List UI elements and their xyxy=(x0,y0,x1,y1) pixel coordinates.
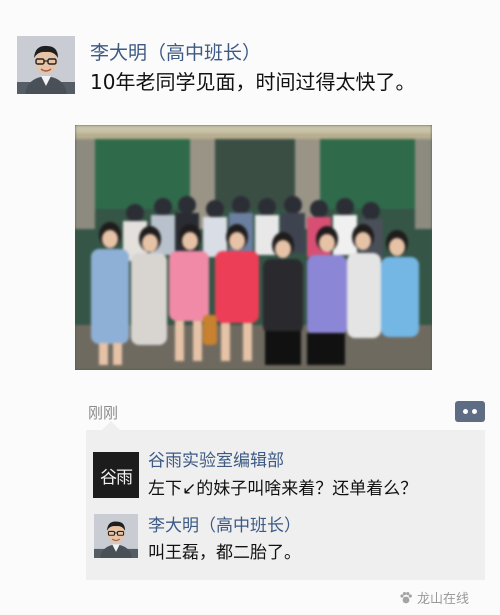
person-avatar-icon xyxy=(94,514,138,558)
group-photo-image xyxy=(75,125,432,370)
commenter-name[interactable]: 谷雨实验室编辑部 xyxy=(148,446,284,471)
comment-item: 谷雨 谷雨实验室编辑部 左下↙的妹子叫啥来着？还单着么？ xyxy=(86,440,485,510)
comment-text: 叫王磊，都二胎了。 xyxy=(148,543,301,563)
post-text: 10年老同学见面，时间过得太快了。 xyxy=(90,70,416,94)
commenter-avatar[interactable] xyxy=(94,514,138,558)
post-timestamp: 刚刚 xyxy=(88,404,119,422)
poster-avatar[interactable] xyxy=(17,36,75,94)
paw-icon xyxy=(400,591,412,603)
watermark-text: 龙山在线 xyxy=(417,592,470,607)
post-photo[interactable] xyxy=(75,125,432,370)
more-dots-icon[interactable] xyxy=(455,401,485,422)
dot xyxy=(472,409,477,414)
commenter-name[interactable]: 李大明（高中班长） xyxy=(148,511,301,536)
watermark: 龙山在线 xyxy=(399,588,469,607)
comments-panel: 谷雨 谷雨实验室编辑部 左下↙的妹子叫啥来着？还单着么？ 李大明（高中班长） 叫… xyxy=(86,421,485,580)
dot xyxy=(463,409,468,414)
poster-name[interactable]: 李大明（高中班长） xyxy=(90,38,261,65)
commenter-logo-avatar[interactable]: 谷雨 xyxy=(93,452,139,498)
person-avatar-icon xyxy=(17,36,75,94)
moments-feed: 李大明（高中班长） 10年老同学见面，时间过得太快了。 刚刚 谷雨 谷雨实验室编… xyxy=(0,0,500,615)
comment-text: 左下↙的妹子叫啥来着？还单着么？ xyxy=(148,479,418,499)
comment-item: 李大明（高中班长） 叫王磊，都二胎了。 xyxy=(86,514,485,574)
